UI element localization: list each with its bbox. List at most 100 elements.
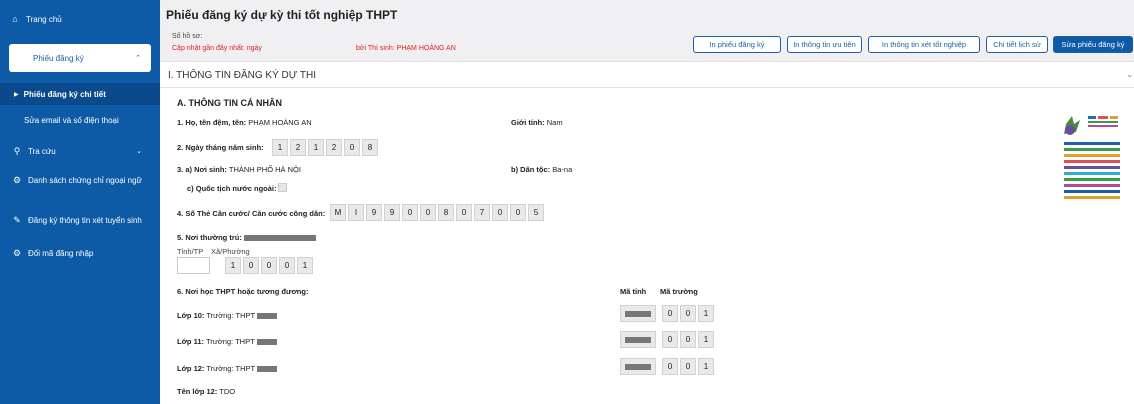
digit-box: 9: [366, 204, 382, 221]
foreign-nationality-label: c) Quốc tịch nước ngoài:: [187, 184, 277, 193]
redacted-mask: [625, 337, 651, 343]
section-header[interactable]: I. THÔNG TIN ĐĂNG KÝ DỰ THI ⌄: [160, 63, 1134, 88]
name-value: PHẠM HOÀNG AN: [248, 118, 312, 127]
sidebar-item-admission[interactable]: ✎ Đăng ký thông tin xét tuyển sinh: [0, 206, 160, 234]
digit-box: 8: [438, 204, 454, 221]
digit-box: 7: [474, 204, 490, 221]
registration-thumbnail: [1058, 110, 1126, 205]
digit-box: 0: [420, 204, 436, 221]
school-code-column: Mã trường: [660, 287, 698, 296]
sidebar-item-label: Phiếu đăng ký: [33, 54, 84, 63]
digit-box: 1: [698, 331, 714, 348]
digit-box: 2: [326, 139, 342, 156]
update-author-text: bởi Thí sinh: PHẠM HOÀNG AN: [356, 45, 456, 52]
sidebar-item-change-code[interactable]: ⚙ Đổi mã đăng nhập: [0, 244, 160, 262]
grade-label: Lớp 10:: [177, 311, 205, 320]
digit-box: 8: [362, 139, 378, 156]
caret-right-icon: ▶: [14, 91, 19, 98]
update-date-text: Cập nhật gần đây nhất: ngày: [172, 45, 262, 52]
digit-box: 0: [492, 204, 508, 221]
digit-box: M: [330, 204, 346, 221]
id-label: 4. Số Thẻ Căn cước/ Căn cước công dân:: [177, 209, 326, 218]
sidebar-item-cert-list[interactable]: ⚙ Danh sách chứng chỉ ngoại ngữ: [0, 166, 160, 194]
sidebar-item-label: Đăng ký thông tin xét tuyển sinh: [28, 215, 142, 225]
grade-label: Lớp 12:: [177, 364, 205, 373]
digit-box: 0: [402, 204, 418, 221]
grade-row: Lớp 12: Trường: THPT: [177, 364, 278, 373]
grade-label: Lớp 11:: [177, 337, 205, 346]
province-code-box: [620, 358, 656, 375]
digit-box: 0: [680, 305, 696, 322]
province-code-box: [177, 257, 210, 274]
sidebar-group-registration[interactable]: Phiếu đăng ký ⌃: [9, 44, 151, 72]
digit-box: 0: [456, 204, 472, 221]
digit-box: 5: [528, 204, 544, 221]
sidebar-item-edit-email[interactable]: Sửa email và số điện thoại: [0, 110, 160, 130]
digit-box: 0: [662, 305, 678, 322]
digit-box: 0: [243, 257, 259, 274]
redacted-mask: [625, 311, 651, 317]
section-title: I. THÔNG TIN ĐĂNG KÝ DỰ THI: [168, 70, 317, 81]
sidebar-item-label: Danh sách chứng chỉ ngoại ngữ: [28, 175, 142, 185]
digit-box: 1: [698, 305, 714, 322]
grade-row: Lớp 11: Trường: THPT: [177, 337, 277, 346]
digit-box: 0: [662, 358, 678, 375]
gear-icon: ⚙: [12, 247, 22, 258]
sidebar-item-reg-detail[interactable]: ▶ Phiếu đăng ký chi tiết: [0, 83, 160, 105]
subsection-title: A. THÔNG TIN CÁ NHÂN: [177, 98, 282, 108]
birthplace-row: 3. a) Nơi sinh: THÀNH PHỐ HÀ NỘI: [177, 165, 301, 174]
birthplace-value: THÀNH PHỐ HÀ NỘI: [228, 165, 301, 174]
school-label: 6. Nơi học THPT hoặc tương đương:: [177, 287, 309, 296]
province-code-column: Mã tỉnh: [620, 287, 647, 296]
main-content: Phiếu đăng ký dự kỳ thi tốt nghiệp THPT …: [160, 0, 1134, 404]
digit-box: 9: [384, 204, 400, 221]
chevron-down-icon: ⌄: [136, 148, 142, 155]
foreign-nationality-checkbox[interactable]: [278, 183, 287, 192]
sidebar-item-home[interactable]: ⌂ Trang chủ: [8, 10, 158, 28]
residence-row: 5. Nơi thường trú:: [177, 233, 316, 242]
sidebar-item-label: Trang chủ: [26, 14, 62, 24]
digit-box: 1: [308, 139, 324, 156]
history-detail-button[interactable]: Chi tiết lịch sử: [986, 36, 1048, 53]
digit-box: 1: [272, 139, 288, 156]
file-number-label: Số hồ sơ:: [172, 33, 203, 40]
digit-box: 1: [698, 358, 714, 375]
redacted-mask: [257, 313, 278, 320]
gender-row: Giới tính: Nam: [511, 118, 563, 127]
digit-box: 0: [344, 139, 360, 156]
edit-registration-button[interactable]: Sửa phiếu đăng ký: [1053, 36, 1133, 53]
digit-box: 0: [279, 257, 295, 274]
redacted-mask: [257, 366, 278, 373]
digit-box: 0: [680, 331, 696, 348]
edit-icon: ✎: [13, 214, 21, 225]
digit-box: 0: [510, 204, 526, 221]
class-value: TDO: [219, 387, 236, 396]
ethnic-value: Ba-na: [552, 165, 573, 174]
search-icon: ⚲: [13, 145, 21, 156]
digit-box: 1: [225, 257, 241, 274]
province-label: Tỉnh/TP: [177, 247, 204, 256]
sidebar-item-label: Tra cứu: [28, 146, 56, 156]
page-title: Phiếu đăng ký dự kỳ thi tốt nghiệp THPT: [166, 8, 398, 22]
home-icon: ⌂: [12, 14, 18, 24]
redacted-mask: [243, 235, 316, 242]
digit-box: I: [348, 204, 364, 221]
page-header: Phiếu đăng ký dự kỳ thi tốt nghiệp THPT …: [160, 0, 1134, 62]
ward-label: Xã/Phường: [211, 247, 250, 256]
print-priority-button[interactable]: In thông tin ưu tiên: [787, 36, 862, 53]
province-code-box: [620, 331, 656, 348]
ethnic-row: b) Dân tộc: Ba-na: [511, 165, 573, 174]
grade-school: Trường: THPT: [204, 337, 257, 346]
grade-school: Trường: THPT: [204, 311, 258, 320]
print-graduation-button[interactable]: In thông tin xét tốt nghiệp: [868, 36, 980, 53]
print-registration-button[interactable]: In phiếu đăng ký: [693, 36, 781, 53]
sidebar-item-lookup[interactable]: ⚲ Tra cứu ⌄: [0, 141, 160, 161]
digit-box: 2: [290, 139, 306, 156]
digit-box: 0: [261, 257, 277, 274]
chevron-down-icon: ⌄: [1126, 69, 1134, 79]
digit-box: 0: [662, 331, 678, 348]
digit-box: 1: [297, 257, 313, 274]
name-row: 1. Họ, tên đệm, tên: PHẠM HOÀNG AN: [177, 118, 312, 127]
gender-value: Nam: [546, 118, 563, 127]
grade-row: Lớp 10: Trường: THPT: [177, 311, 278, 320]
